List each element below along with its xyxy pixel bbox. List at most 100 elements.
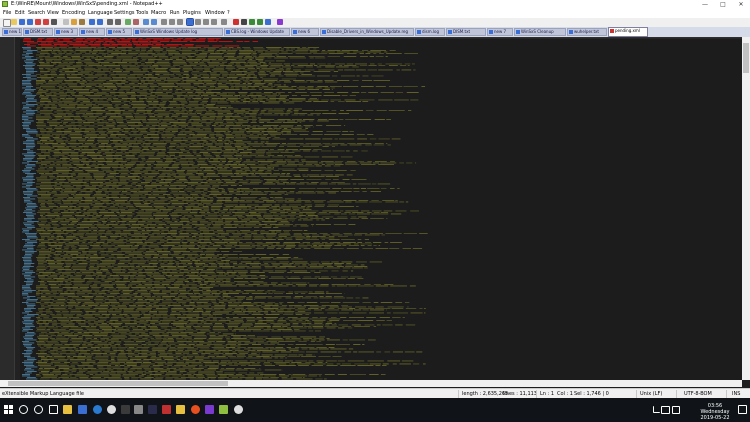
zoom-in-icon[interactable] — [125, 19, 131, 25]
code-line — [145, 161, 155, 162]
copy-icon[interactable] — [71, 19, 77, 25]
indent-guide-icon[interactable] — [177, 19, 183, 25]
tab-cbs-log[interactable]: CBS.log - Windows Update — [224, 28, 290, 36]
new-file-icon[interactable] — [3, 19, 11, 27]
run-macro-multiple-icon[interactable] — [257, 19, 263, 25]
menu-run[interactable]: Run — [170, 10, 180, 16]
tab-new-7[interactable]: new 7 — [487, 28, 513, 36]
close-file-icon[interactable] — [35, 19, 41, 25]
code-line — [117, 96, 129, 98]
user-language-icon[interactable] — [186, 18, 194, 26]
tab-pending-xml[interactable]: pending.xml — [608, 27, 648, 37]
close-button[interactable]: ✕ — [732, 0, 750, 9]
tab-dism-log[interactable]: dism.log — [415, 28, 445, 36]
code-line — [85, 312, 89, 314]
code-line — [179, 66, 192, 68]
tab-winsxs-update-log[interactable]: WinSxS Windows Update log — [133, 28, 223, 36]
tab-new-4[interactable]: new 4 — [79, 28, 105, 36]
code-line — [109, 275, 119, 276]
word-wrap-icon[interactable] — [161, 19, 167, 25]
close-all-icon[interactable] — [43, 19, 49, 25]
undo-icon[interactable] — [89, 19, 95, 25]
code-line — [148, 141, 164, 143]
menu-plugins[interactable]: Plugins — [183, 10, 201, 16]
code-line — [145, 320, 159, 321]
code-line — [186, 308, 195, 309]
code-line — [141, 59, 147, 60]
code-line — [263, 317, 278, 318]
code-line — [70, 254, 79, 255]
code-line — [155, 74, 160, 75]
save-all-icon[interactable] — [27, 19, 33, 25]
stop-macro-icon[interactable] — [241, 19, 247, 25]
menu-view[interactable]: View — [47, 10, 59, 16]
code-line — [318, 278, 331, 279]
tab-disable-drivers-reg[interactable]: Disable_Drivers_in_Windows_Update.reg — [320, 28, 414, 36]
tab-dism-txt[interactable]: DISM.txt — [23, 28, 53, 36]
folder-workspace-icon[interactable] — [211, 19, 217, 25]
save-macro-icon[interactable] — [265, 19, 271, 25]
menu-tools[interactable]: Tools — [136, 10, 148, 16]
code-line — [175, 113, 189, 114]
code-line — [120, 212, 133, 213]
code-line — [271, 206, 280, 207]
monitoring-icon[interactable] — [221, 19, 227, 25]
code-line — [242, 311, 257, 312]
cut-icon[interactable] — [63, 19, 69, 25]
menu-search[interactable]: Search — [28, 10, 45, 16]
code-line — [169, 110, 180, 111]
tab-new-6[interactable]: new 6 — [291, 28, 319, 36]
print-icon[interactable] — [51, 19, 57, 25]
plugin-icon[interactable] — [277, 19, 283, 25]
code-line — [397, 188, 400, 189]
replace-icon[interactable] — [115, 19, 121, 25]
tab-wuhelper[interactable]: wuhelper.txt — [567, 28, 607, 36]
save-icon[interactable] — [19, 19, 25, 25]
open-file-icon[interactable] — [11, 19, 17, 25]
code-line — [249, 114, 257, 116]
maximize-button[interactable]: □ — [714, 0, 732, 9]
code-line — [252, 170, 256, 171]
find-icon[interactable] — [107, 19, 113, 25]
code-line — [149, 86, 159, 87]
code-text-area[interactable] — [20, 37, 742, 380]
code-line — [36, 80, 46, 81]
code-line — [314, 291, 324, 293]
function-list-icon[interactable] — [203, 19, 209, 25]
code-line — [110, 318, 119, 320]
code-line — [165, 132, 176, 134]
code-line — [100, 63, 116, 65]
sync-horizontal-icon[interactable] — [151, 19, 157, 25]
zoom-out-icon[interactable] — [133, 19, 139, 25]
code-line — [36, 287, 48, 288]
tab-new-1[interactable]: new 1 — [2, 28, 22, 36]
tab-dism-txt-2[interactable]: DISM.txt — [446, 28, 486, 36]
menu-window[interactable]: Window — [205, 10, 225, 16]
code-line — [77, 231, 89, 233]
code-line — [214, 131, 226, 132]
show-all-chars-icon[interactable] — [169, 19, 175, 25]
menu-settings[interactable]: Settings — [114, 10, 135, 16]
code-line — [101, 279, 116, 281]
editor[interactable] — [0, 37, 742, 380]
menu-encoding[interactable]: Encoding — [62, 10, 85, 16]
code-line — [207, 50, 215, 51]
tab-new-3[interactable]: new 3 — [54, 28, 78, 36]
tab-new-5[interactable]: new 5 — [106, 28, 132, 36]
paste-icon[interactable] — [79, 19, 85, 25]
menu-language[interactable]: Language — [88, 10, 113, 16]
minimize-button[interactable]: — — [696, 0, 714, 9]
tab-winsxs-cleanup[interactable]: WinSxS Cleanup — [514, 28, 566, 36]
sync-vertical-icon[interactable] — [143, 19, 149, 25]
code-line — [120, 210, 135, 212]
doc-map-icon[interactable] — [195, 19, 201, 25]
code-line — [158, 123, 171, 125]
menu-file[interactable]: File — [3, 10, 11, 16]
redo-icon[interactable] — [97, 19, 103, 25]
menu-macro[interactable]: Macro — [151, 10, 166, 16]
record-macro-icon[interactable] — [233, 19, 239, 25]
code-line — [198, 158, 209, 159]
menu-edit[interactable]: Edit — [15, 10, 25, 16]
play-macro-icon[interactable] — [249, 19, 255, 25]
menu-help[interactable]: ? — [227, 10, 230, 16]
